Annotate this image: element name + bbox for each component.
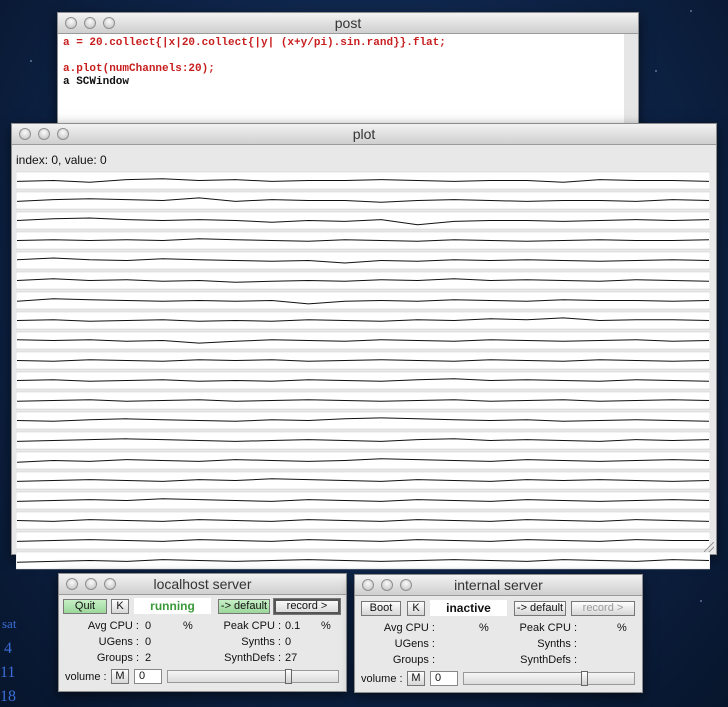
percent-label: %: [617, 622, 627, 634]
avg-cpu-label: Avg CPU :: [383, 622, 435, 634]
server-status: running: [134, 598, 211, 614]
default-button[interactable]: -> default: [514, 601, 566, 616]
volume-field[interactable]: 0: [134, 669, 162, 684]
internal-titlebar[interactable]: internal server: [355, 575, 642, 596]
synthdefs-value: 27: [285, 652, 298, 664]
kill-button[interactable]: K: [111, 599, 129, 614]
localhost-body: Quit K running -> default record > Avg C…: [59, 595, 346, 691]
resize-grip-icon[interactable]: [704, 542, 714, 552]
localhost-server-window: localhost server Quit K running -> defau…: [58, 573, 347, 692]
plot-chart[interactable]: [16, 171, 710, 571]
record-button[interactable]: record >: [273, 598, 341, 615]
channel-lane: [16, 451, 710, 470]
boot-button[interactable]: Boot: [361, 601, 401, 616]
peak-cpu-label: Peak CPU :: [519, 622, 577, 634]
internal-window-title: internal server: [454, 577, 543, 593]
quit-button[interactable]: Quit: [63, 599, 107, 614]
post-line: a.plot(numChannels:20);: [63, 63, 215, 75]
internal-server-window: internal server Boot K inactive -> defau…: [354, 574, 643, 693]
plot-readout: index: 0, value: 0: [16, 153, 107, 167]
peak-cpu-value: 0.1: [285, 620, 301, 632]
post-line: [63, 50, 619, 63]
avg-cpu-value: 0: [145, 620, 152, 632]
avg-cpu-label: Avg CPU :: [87, 620, 139, 632]
percent-label: %: [183, 620, 193, 632]
star: [30, 60, 32, 62]
synths-label: Synths :: [537, 638, 577, 650]
synths-value: 0: [285, 636, 292, 648]
kill-button[interactable]: K: [407, 601, 425, 616]
volume-label: volume :: [65, 671, 107, 683]
volume-slider[interactable]: [463, 671, 635, 686]
star: [700, 600, 702, 602]
groups-value: 2: [145, 652, 152, 664]
post-line: a = 20.collect{|x|20.collect{|y| (x+y/pi…: [63, 37, 446, 49]
synthdefs-label: SynthDefs :: [224, 652, 281, 664]
volume-slider-knob[interactable]: [285, 669, 292, 684]
default-button[interactable]: -> default: [218, 599, 270, 614]
plot-window: plot index: 0, value: 0: [11, 123, 717, 570]
localhost-titlebar[interactable]: localhost server: [59, 574, 346, 595]
groups-label: Groups :: [392, 654, 435, 666]
ugens-label: UGens :: [98, 636, 139, 648]
internal-body: Boot K inactive -> default record > Avg …: [355, 596, 642, 692]
mute-button[interactable]: M: [111, 669, 129, 684]
post-window-title: post: [334, 15, 362, 31]
post-window: post a = 20.collect{|x|20.collect{|y| (x…: [57, 12, 639, 134]
post-text-area[interactable]: a = 20.collect{|x|20.collect{|y| (x+y/pi…: [58, 34, 638, 133]
desktop-edge-text: sat: [2, 616, 17, 631]
ugens-label: UGens :: [394, 638, 435, 650]
volume-slider[interactable]: [167, 669, 339, 684]
groups-label: Groups :: [96, 652, 139, 664]
plot-window-title: plot: [352, 126, 376, 142]
ugens-value: 0: [145, 636, 152, 648]
desktop-edge-text: 11: [0, 664, 16, 681]
localhost-window-title: localhost server: [153, 576, 252, 592]
post-titlebar[interactable]: post: [58, 13, 638, 34]
star: [655, 70, 657, 72]
star: [690, 10, 692, 12]
desktop-edge-text: 4: [4, 640, 12, 657]
synthdefs-label: SynthDefs :: [520, 654, 577, 666]
volume-field[interactable]: 0: [430, 671, 458, 686]
synths-label: Synths :: [241, 636, 281, 648]
plot-body: index: 0, value: 0: [12, 145, 716, 570]
plot-titlebar[interactable]: plot: [12, 124, 716, 145]
percent-label: %: [321, 620, 331, 632]
server-status: inactive: [430, 600, 507, 616]
percent-label: %: [479, 622, 489, 634]
peak-cpu-label: Peak CPU :: [223, 620, 281, 632]
record-button[interactable]: record >: [571, 601, 635, 616]
mute-button[interactable]: M: [407, 671, 425, 686]
volume-label: volume :: [361, 673, 403, 685]
desktop-edge-text: 18: [0, 688, 16, 705]
volume-slider-knob[interactable]: [581, 671, 588, 686]
post-line: a SCWindow: [63, 76, 130, 88]
